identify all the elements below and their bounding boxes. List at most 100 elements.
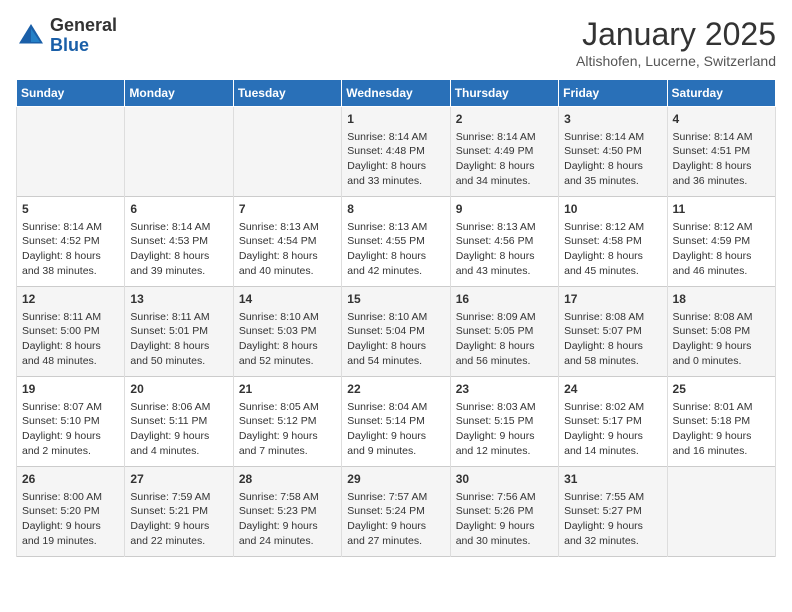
day-info: Sunrise: 8:07 AMSunset: 5:10 PMDaylight:… — [22, 400, 119, 459]
calendar-cell: 6 Sunrise: 8:14 AMSunset: 4:53 PMDaylight… — [125, 197, 233, 287]
calendar-cell — [17, 107, 125, 197]
day-number: 23 — [456, 381, 553, 398]
day-number: 10 — [564, 201, 661, 218]
day-info: Sunrise: 8:14 AMSunset: 4:53 PMDaylight:… — [130, 220, 227, 279]
day-number: 29 — [347, 471, 444, 488]
calendar-cell: 3 Sunrise: 8:14 AMSunset: 4:50 PMDaylight… — [559, 107, 667, 197]
calendar-cell: 20 Sunrise: 8:06 AMSunset: 5:11 PMDayligh… — [125, 377, 233, 467]
day-number: 5 — [22, 201, 119, 218]
day-info: Sunrise: 8:06 AMSunset: 5:11 PMDaylight:… — [130, 400, 227, 459]
logo: General Blue — [16, 16, 117, 56]
day-number: 1 — [347, 111, 444, 128]
calendar-cell: 31 Sunrise: 7:55 AMSunset: 5:27 PMDayligh… — [559, 467, 667, 557]
day-info: Sunrise: 7:56 AMSunset: 5:26 PMDaylight:… — [456, 490, 553, 549]
day-number: 12 — [22, 291, 119, 308]
day-number: 28 — [239, 471, 336, 488]
day-number: 31 — [564, 471, 661, 488]
calendar-week-row: 26Sunrise: 8:00 AMSunset: 5:20 PMDayligh… — [17, 467, 776, 557]
calendar-cell: 14 Sunrise: 8:10 AMSunset: 5:03 PMDayligh… — [233, 287, 341, 377]
day-info: Sunrise: 8:10 AMSunset: 5:04 PMDaylight:… — [347, 310, 444, 369]
day-number: 9 — [456, 201, 553, 218]
calendar-week-row: 12Sunrise: 8:11 AMSunset: 5:00 PMDayligh… — [17, 287, 776, 377]
day-number: 21 — [239, 381, 336, 398]
day-info: Sunrise: 8:14 AMSunset: 4:49 PMDaylight:… — [456, 130, 553, 189]
calendar-cell: 11 Sunrise: 8:12 AMSunset: 4:59 PMDayligh… — [667, 197, 775, 287]
day-number: 14 — [239, 291, 336, 308]
day-number: 24 — [564, 381, 661, 398]
day-number: 17 — [564, 291, 661, 308]
day-number: 30 — [456, 471, 553, 488]
day-info: Sunrise: 8:12 AMSunset: 4:58 PMDaylight:… — [564, 220, 661, 279]
day-info: Sunrise: 8:14 AMSunset: 4:48 PMDaylight:… — [347, 130, 444, 189]
day-info: Sunrise: 8:13 AMSunset: 4:55 PMDaylight:… — [347, 220, 444, 279]
calendar-table: SundayMondayTuesdayWednesdayThursdayFrid… — [16, 79, 776, 557]
calendar-week-row: 19 Sunrise: 8:07 AMSunset: 5:10 PMDayligh… — [17, 377, 776, 467]
calendar-week-row: 1 Sunrise: 8:14 AMSunset: 4:48 PMDaylight… — [17, 107, 776, 197]
month-title: January 2025 — [576, 16, 776, 53]
day-info: Sunrise: 8:14 AMSunset: 4:50 PMDaylight:… — [564, 130, 661, 189]
calendar-cell: 4 Sunrise: 8:14 AMSunset: 4:51 PMDaylight… — [667, 107, 775, 197]
location: Altishofen, Lucerne, Switzerland — [576, 53, 776, 69]
day-info: Sunrise: 8:14 AMSunset: 4:52 PMDaylight:… — [22, 220, 119, 279]
day-info: Sunrise: 7:58 AMSunset: 5:23 PMDaylight:… — [239, 490, 336, 549]
calendar-cell: 12Sunrise: 8:11 AMSunset: 5:00 PMDayligh… — [17, 287, 125, 377]
day-number: 8 — [347, 201, 444, 218]
weekday-header-saturday: Saturday — [667, 80, 775, 107]
calendar-cell: 22Sunrise: 8:04 AMSunset: 5:14 PMDayligh… — [342, 377, 450, 467]
calendar-cell: 24 Sunrise: 8:02 AMSunset: 5:17 PMDayligh… — [559, 377, 667, 467]
day-info: Sunrise: 7:59 AMSunset: 5:21 PMDaylight:… — [130, 490, 227, 549]
weekday-header-tuesday: Tuesday — [233, 80, 341, 107]
logo-blue: Blue — [50, 36, 117, 56]
day-info: Sunrise: 8:08 AMSunset: 5:07 PMDaylight:… — [564, 310, 661, 369]
weekday-header-wednesday: Wednesday — [342, 80, 450, 107]
day-number: 4 — [673, 111, 770, 128]
day-info: Sunrise: 8:11 AMSunset: 5:01 PMDaylight:… — [130, 310, 227, 369]
calendar-cell: 10 Sunrise: 8:12 AMSunset: 4:58 PMDayligh… — [559, 197, 667, 287]
calendar-cell: 27 Sunrise: 7:59 AMSunset: 5:21 PMDayligh… — [125, 467, 233, 557]
day-info: Sunrise: 8:09 AMSunset: 5:05 PMDaylight:… — [456, 310, 553, 369]
calendar-cell — [667, 467, 775, 557]
title-block: January 2025 Altishofen, Lucerne, Switze… — [576, 16, 776, 69]
day-number: 20 — [130, 381, 227, 398]
calendar-cell: 5 Sunrise: 8:14 AMSunset: 4:52 PMDaylight… — [17, 197, 125, 287]
day-number: 27 — [130, 471, 227, 488]
calendar-cell — [233, 107, 341, 197]
day-number: 13 — [130, 291, 227, 308]
day-info: Sunrise: 7:57 AMSunset: 5:24 PMDaylight:… — [347, 490, 444, 549]
weekday-header-friday: Friday — [559, 80, 667, 107]
calendar-cell: 2Sunrise: 8:14 AMSunset: 4:49 PMDaylight… — [450, 107, 558, 197]
calendar-cell: 30 Sunrise: 7:56 AMSunset: 5:26 PMDayligh… — [450, 467, 558, 557]
day-info: Sunrise: 8:02 AMSunset: 5:17 PMDaylight:… — [564, 400, 661, 459]
day-number: 26 — [22, 471, 119, 488]
calendar-cell — [125, 107, 233, 197]
day-number: 25 — [673, 381, 770, 398]
calendar-cell: 1 Sunrise: 8:14 AMSunset: 4:48 PMDaylight… — [342, 107, 450, 197]
day-info: Sunrise: 8:13 AMSunset: 4:56 PMDaylight:… — [456, 220, 553, 279]
logo-icon — [16, 21, 46, 51]
day-info: Sunrise: 8:14 AMSunset: 4:51 PMDaylight:… — [673, 130, 770, 189]
day-info: Sunrise: 7:55 AMSunset: 5:27 PMDaylight:… — [564, 490, 661, 549]
weekday-header-thursday: Thursday — [450, 80, 558, 107]
day-info: Sunrise: 8:13 AMSunset: 4:54 PMDaylight:… — [239, 220, 336, 279]
calendar-cell: 18Sunrise: 8:08 AMSunset: 5:08 PMDayligh… — [667, 287, 775, 377]
day-number: 19 — [22, 381, 119, 398]
calendar-cell: 28 Sunrise: 7:58 AMSunset: 5:23 PMDayligh… — [233, 467, 341, 557]
day-number: 11 — [673, 201, 770, 218]
calendar-week-row: 5 Sunrise: 8:14 AMSunset: 4:52 PMDaylight… — [17, 197, 776, 287]
calendar-cell: 13 Sunrise: 8:11 AMSunset: 5:01 PMDayligh… — [125, 287, 233, 377]
day-number: 6 — [130, 201, 227, 218]
day-number: 18 — [673, 291, 770, 308]
calendar-cell: 25 Sunrise: 8:01 AMSunset: 5:18 PMDayligh… — [667, 377, 775, 467]
calendar-cell: 16Sunrise: 8:09 AMSunset: 5:05 PMDayligh… — [450, 287, 558, 377]
calendar-cell: 15Sunrise: 8:10 AMSunset: 5:04 PMDayligh… — [342, 287, 450, 377]
day-number: 7 — [239, 201, 336, 218]
day-info: Sunrise: 8:05 AMSunset: 5:12 PMDaylight:… — [239, 400, 336, 459]
day-info: Sunrise: 8:12 AMSunset: 4:59 PMDaylight:… — [673, 220, 770, 279]
day-number: 3 — [564, 111, 661, 128]
day-info: Sunrise: 8:01 AMSunset: 5:18 PMDaylight:… — [673, 400, 770, 459]
weekday-header-monday: Monday — [125, 80, 233, 107]
day-info: Sunrise: 8:10 AMSunset: 5:03 PMDaylight:… — [239, 310, 336, 369]
logo-text: General Blue — [50, 16, 117, 56]
day-number: 22 — [347, 381, 444, 398]
calendar-cell: 29 Sunrise: 7:57 AMSunset: 5:24 PMDayligh… — [342, 467, 450, 557]
